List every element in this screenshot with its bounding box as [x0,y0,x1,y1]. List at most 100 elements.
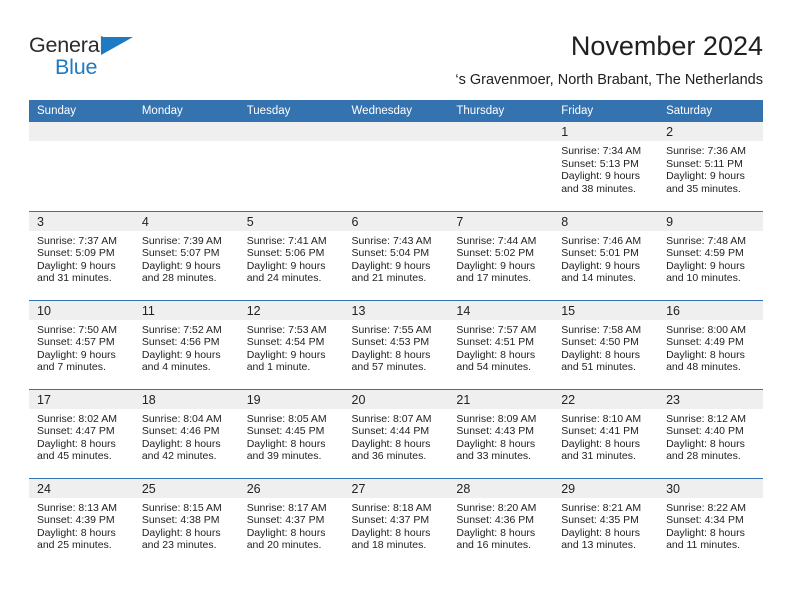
day-number: 29 [561,481,576,496]
day-number-band: 4 [133,211,239,231]
weekday-header-friday: Friday [553,100,659,122]
calendar-day-cell[interactable]: 12 Sunrise: 7:53 AM Sunset: 4:54 PM Dayligh… [238,299,344,389]
calendar-day-cell[interactable]: 3 Sunrise: 7:37 AM Sunset: 5:09 PM Daylight… [29,210,134,300]
sunset-text: Sunset: 4:45 PM [246,425,325,438]
daylight-text-line2: and 13 minutes. [561,539,636,552]
calendar-day-cell[interactable]: 1 Sunrise: 7:34 AM Sunset: 5:13 PM Daylight… [553,122,659,211]
calendar-day-cell[interactable]: 6 Sunrise: 7:43 AM Sunset: 5:04 PM Daylight… [343,210,449,300]
day-details: Sunrise: 8:05 AM Sunset: 4:45 PM Daylight:… [239,409,344,463]
daylight-text-line2: and 35 minutes. [666,182,741,195]
sunrise-text: Sunrise: 8:02 AM [37,412,117,425]
sunrise-text: Sunrise: 7:52 AM [141,323,222,336]
daylight-text-line2: and 23 minutes. [141,539,217,552]
day-number: 11 [141,303,155,318]
sunrise-text: Sunrise: 7:53 AM [246,323,327,336]
daylight-text-line1: Daylight: 8 hours [456,526,536,539]
calendar-day-cell[interactable]: 20 Sunrise: 8:07 AM Sunset: 4:44 PM Dayligh… [343,388,449,478]
calendar-day-cell[interactable]: 7 Sunrise: 7:44 AM Sunset: 5:02 PM Daylight… [448,210,554,300]
day-number-band: 26 [238,478,344,498]
calendar-day-cell[interactable]: 9 Sunrise: 7:48 AM Sunset: 4:59 PM Daylight… [658,210,763,300]
sunset-text: Sunset: 4:54 PM [246,336,325,349]
sunset-text: Sunset: 4:49 PM [666,336,744,349]
calendar-day-cell[interactable]: 11 Sunrise: 7:52 AM Sunset: 4:56 PM Dayligh… [133,299,239,389]
sunset-text: Sunset: 5:01 PM [561,247,639,260]
sunset-text: Sunset: 4:53 PM [351,336,430,349]
calendar-day-cell[interactable]: 8 Sunrise: 7:46 AM Sunset: 5:01 PM Daylight… [553,210,659,300]
sunset-text: Sunset: 4:36 PM [456,514,535,527]
daylight-text-line1: Daylight: 8 hours [37,526,116,539]
daylight-text-line2: and 21 minutes. [351,272,427,285]
calendar-day-cell[interactable]: 23 Sunrise: 8:12 AM Sunset: 4:40 PM Dayligh… [658,388,763,478]
daylight-text-line1: Daylight: 8 hours [246,526,326,539]
day-number: 28 [456,481,471,496]
generalblue-logo[interactable]: General Blue [29,30,149,85]
calendar-day-cell[interactable]: 22 Sunrise: 8:10 AM Sunset: 4:41 PM Dayligh… [553,388,659,478]
calendar-day-cell[interactable]: 13 Sunrise: 7:55 AM Sunset: 4:53 PM Dayligh… [343,299,449,389]
daylight-text-line2: and 36 minutes. [351,450,427,463]
day-details: Sunrise: 7:48 AM Sunset: 4:59 PM Daylight:… [658,231,763,285]
daylight-text-line1: Daylight: 8 hours [666,526,745,539]
daylight-text-line1: Daylight: 9 hours [561,259,641,272]
daylight-text-line2: and 28 minutes. [666,450,741,463]
daylight-text-line2: and 16 minutes. [456,539,532,552]
day-number-band: 23 [658,389,763,409]
calendar-day-cell[interactable]: 15 Sunrise: 7:58 AM Sunset: 4:50 PM Dayligh… [553,299,659,389]
calendar-day-cell[interactable]: 24 Sunrise: 8:13 AM Sunset: 4:39 PM Dayligh… [29,477,134,567]
sunrise-text: Sunrise: 7:57 AM [456,323,537,336]
day-details: Sunrise: 7:36 AM Sunset: 5:11 PM Daylight:… [658,141,763,195]
calendar-day-cell[interactable]: 2 Sunrise: 7:36 AM Sunset: 5:11 PM Daylight… [658,122,763,211]
day-number: 30 [666,481,680,496]
calendar-day-cell[interactable]: 29 Sunrise: 8:21 AM Sunset: 4:35 PM Dayligh… [553,477,659,567]
weekday-header-saturday: Saturday [658,100,763,122]
calendar-day-cell[interactable]: 14 Sunrise: 7:57 AM Sunset: 4:51 PM Dayligh… [448,299,554,389]
sunset-text: Sunset: 5:13 PM [561,157,639,170]
sunrise-text: Sunrise: 7:39 AM [141,234,222,247]
calendar-day-cell-empty [448,122,554,211]
daylight-text-line1: Daylight: 8 hours [561,348,641,361]
daylight-text-line2: and 25 minutes. [37,539,112,552]
day-number-band [133,122,239,141]
calendar-day-cell[interactable]: 19 Sunrise: 8:05 AM Sunset: 4:45 PM Dayligh… [238,388,344,478]
day-number: 18 [141,392,156,407]
calendar-day-cell[interactable]: 5 Sunrise: 7:41 AM Sunset: 5:06 PM Daylight… [238,210,344,300]
calendar-day-cell[interactable]: 21 Sunrise: 8:09 AM Sunset: 4:43 PM Dayligh… [448,388,554,478]
day-details: Sunrise: 8:04 AM Sunset: 4:46 PM Daylight:… [134,409,239,463]
sunset-text: Sunset: 4:37 PM [351,514,430,527]
location-subtitle: ‘s Gravenmoer, North Brabant, The Nether… [455,72,763,88]
sunset-text: Sunset: 5:11 PM [666,157,743,170]
calendar-day-cell[interactable]: 26 Sunrise: 8:17 AM Sunset: 4:37 PM Dayligh… [238,477,344,567]
day-number: 2 [666,125,674,139]
calendar-day-cell[interactable]: 18 Sunrise: 8:04 AM Sunset: 4:46 PM Dayligh… [133,388,239,478]
sunrise-text: Sunrise: 8:15 AM [141,501,222,514]
daylight-text-line2: and 31 minutes. [561,450,636,463]
day-details: Sunrise: 7:58 AM Sunset: 4:50 PM Daylight:… [553,320,658,374]
sunrise-text: Sunrise: 7:58 AM [561,323,642,336]
day-number: 9 [666,214,674,229]
sunrise-text: Sunrise: 8:21 AM [561,501,642,514]
calendar-day-cell[interactable]: 16 Sunrise: 8:00 AM Sunset: 4:49 PM Dayligh… [658,299,763,389]
sunset-text: Sunset: 4:43 PM [456,425,535,438]
day-details: Sunrise: 7:39 AM Sunset: 5:07 PM Daylight:… [134,231,239,285]
daylight-text-line2: and 14 minutes. [561,272,636,285]
calendar-day-cell-empty [29,122,134,211]
day-details: Sunrise: 8:15 AM Sunset: 4:38 PM Daylight:… [134,498,239,552]
calendar-day-cell[interactable]: 17 Sunrise: 8:02 AM Sunset: 4:47 PM Dayligh… [29,388,134,478]
calendar-day-cell[interactable]: 4 Sunrise: 7:39 AM Sunset: 5:07 PM Daylight… [133,210,239,300]
sunset-text: Sunset: 4:34 PM [666,514,744,527]
calendar-day-cell[interactable]: 28 Sunrise: 8:20 AM Sunset: 4:36 PM Dayligh… [448,477,554,567]
day-number-band: 19 [238,389,344,409]
sunrise-text: Sunrise: 8:10 AM [561,412,642,425]
calendar-day-cell[interactable]: 25 Sunrise: 8:15 AM Sunset: 4:38 PM Dayligh… [133,477,239,567]
calendar-day-cell[interactable]: 10 Sunrise: 7:50 AM Sunset: 4:57 PM Dayligh… [29,299,134,389]
day-number-band: 13 [343,300,449,320]
calendar-day-cell[interactable]: 30 Sunrise: 8:22 AM Sunset: 4:34 PM Dayligh… [658,477,763,567]
day-number: 6 [351,214,359,229]
sunset-text: Sunset: 4:46 PM [141,425,220,438]
sunset-text: Sunset: 4:40 PM [666,425,744,438]
day-number-band: 3 [29,211,134,231]
calendar-day-cell[interactable]: 27 Sunrise: 8:18 AM Sunset: 4:37 PM Dayligh… [343,477,449,567]
calendar-week-row: 17 Sunrise: 8:02 AM Sunset: 4:47 PM Dayligh… [29,388,763,478]
sunset-text: Sunset: 4:44 PM [351,425,430,438]
sunset-text: Sunset: 4:59 PM [666,247,744,260]
day-number-band: 18 [133,389,239,409]
